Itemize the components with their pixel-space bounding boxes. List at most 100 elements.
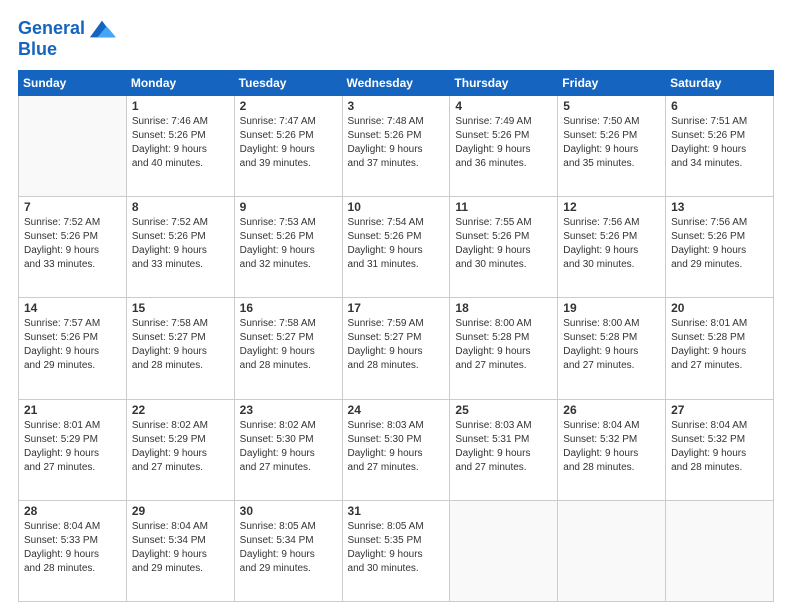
day-number: 26 bbox=[563, 403, 660, 417]
calendar-cell: 12 Sunrise: 7:56 AM Sunset: 5:26 PM Dayli… bbox=[558, 197, 666, 298]
header: General Blue bbox=[18, 18, 774, 60]
calendar-cell: 29 Sunrise: 8:04 AM Sunset: 5:34 PM Dayli… bbox=[126, 500, 234, 601]
calendar-cell: 10Sunrise: 7:54 AM Sunset: 5:26 PM Dayli… bbox=[342, 197, 450, 298]
logo-icon bbox=[88, 18, 116, 40]
day-detail: Sunrise: 8:01 AM Sunset: 5:28 PM Dayligh… bbox=[671, 317, 768, 373]
day-detail: Sunrise: 7:59 AM Sunset: 5:27 PM Dayligh… bbox=[348, 317, 445, 373]
calendar-cell: 6 Sunrise: 7:51 AM Sunset: 5:26 PM Daylig… bbox=[666, 95, 774, 196]
header-day-friday: Friday bbox=[558, 70, 666, 95]
page: General Blue SundayMondayTuesdayWednesda… bbox=[0, 0, 792, 612]
day-number: 28 bbox=[24, 504, 121, 518]
calendar-week-row: 28 Sunrise: 8:04 AM Sunset: 5:33 PM Dayli… bbox=[19, 500, 774, 601]
logo-general: General bbox=[18, 18, 85, 38]
day-number: 11 bbox=[455, 200, 552, 214]
calendar-cell: 27 Sunrise: 8:04 AM Sunset: 5:32 PM Dayli… bbox=[666, 399, 774, 500]
calendar-cell bbox=[450, 500, 558, 601]
day-number: 29 bbox=[132, 504, 229, 518]
day-detail: Sunrise: 8:02 AM Sunset: 5:30 PM Dayligh… bbox=[240, 419, 337, 475]
day-number: 31 bbox=[348, 504, 445, 518]
calendar-cell: 14 Sunrise: 7:57 AM Sunset: 5:26 PM Dayli… bbox=[19, 298, 127, 399]
header-day-monday: Monday bbox=[126, 70, 234, 95]
calendar-cell: 16Sunrise: 7:58 AM Sunset: 5:27 PM Dayli… bbox=[234, 298, 342, 399]
day-number: 24 bbox=[348, 403, 445, 417]
day-detail: Sunrise: 8:04 AM Sunset: 5:34 PM Dayligh… bbox=[132, 520, 229, 576]
day-detail: Sunrise: 7:52 AM Sunset: 5:26 PM Dayligh… bbox=[132, 216, 229, 272]
day-detail: Sunrise: 7:55 AM Sunset: 5:26 PM Dayligh… bbox=[455, 216, 552, 272]
header-day-wednesday: Wednesday bbox=[342, 70, 450, 95]
day-detail: Sunrise: 7:56 AM Sunset: 5:26 PM Dayligh… bbox=[671, 216, 768, 272]
day-detail: Sunrise: 8:04 AM Sunset: 5:32 PM Dayligh… bbox=[671, 419, 768, 475]
day-detail: Sunrise: 8:04 AM Sunset: 5:33 PM Dayligh… bbox=[24, 520, 121, 576]
day-number: 13 bbox=[671, 200, 768, 214]
day-detail: Sunrise: 8:01 AM Sunset: 5:29 PM Dayligh… bbox=[24, 419, 121, 475]
calendar-table: SundayMondayTuesdayWednesdayThursdayFrid… bbox=[18, 70, 774, 602]
logo: General Blue bbox=[18, 18, 116, 60]
calendar-cell: 8 Sunrise: 7:52 AM Sunset: 5:26 PM Daylig… bbox=[126, 197, 234, 298]
day-detail: Sunrise: 7:58 AM Sunset: 5:27 PM Dayligh… bbox=[132, 317, 229, 373]
calendar-header-row: SundayMondayTuesdayWednesdayThursdayFrid… bbox=[19, 70, 774, 95]
day-number: 10 bbox=[348, 200, 445, 214]
calendar-cell: 4Sunrise: 7:49 AM Sunset: 5:26 PM Daylig… bbox=[450, 95, 558, 196]
calendar-cell: 23 Sunrise: 8:02 AM Sunset: 5:30 PM Dayli… bbox=[234, 399, 342, 500]
day-number: 25 bbox=[455, 403, 552, 417]
day-number: 9 bbox=[240, 200, 337, 214]
calendar-cell: 22Sunrise: 8:02 AM Sunset: 5:29 PM Dayli… bbox=[126, 399, 234, 500]
day-detail: Sunrise: 7:56 AM Sunset: 5:26 PM Dayligh… bbox=[563, 216, 660, 272]
calendar-cell: 5Sunrise: 7:50 AM Sunset: 5:26 PM Daylig… bbox=[558, 95, 666, 196]
day-number: 16 bbox=[240, 301, 337, 315]
calendar-cell: 25Sunrise: 8:03 AM Sunset: 5:31 PM Dayli… bbox=[450, 399, 558, 500]
day-number: 4 bbox=[455, 99, 552, 113]
day-detail: Sunrise: 7:48 AM Sunset: 5:26 PM Dayligh… bbox=[348, 115, 445, 171]
calendar-cell: 26Sunrise: 8:04 AM Sunset: 5:32 PM Dayli… bbox=[558, 399, 666, 500]
calendar-week-row: 14 Sunrise: 7:57 AM Sunset: 5:26 PM Dayli… bbox=[19, 298, 774, 399]
calendar-cell: 24 Sunrise: 8:03 AM Sunset: 5:30 PM Dayli… bbox=[342, 399, 450, 500]
calendar-cell: 18Sunrise: 8:00 AM Sunset: 5:28 PM Dayli… bbox=[450, 298, 558, 399]
calendar-week-row: 7 Sunrise: 7:52 AM Sunset: 5:26 PM Daylig… bbox=[19, 197, 774, 298]
calendar-cell: 7 Sunrise: 7:52 AM Sunset: 5:26 PM Daylig… bbox=[19, 197, 127, 298]
calendar-cell bbox=[666, 500, 774, 601]
header-day-thursday: Thursday bbox=[450, 70, 558, 95]
day-number: 21 bbox=[24, 403, 121, 417]
day-number: 8 bbox=[132, 200, 229, 214]
day-number: 15 bbox=[132, 301, 229, 315]
day-detail: Sunrise: 8:05 AM Sunset: 5:34 PM Dayligh… bbox=[240, 520, 337, 576]
day-detail: Sunrise: 7:53 AM Sunset: 5:26 PM Dayligh… bbox=[240, 216, 337, 272]
calendar-cell: 21 Sunrise: 8:01 AM Sunset: 5:29 PM Dayli… bbox=[19, 399, 127, 500]
day-number: 1 bbox=[132, 99, 229, 113]
calendar-cell: 20Sunrise: 8:01 AM Sunset: 5:28 PM Dayli… bbox=[666, 298, 774, 399]
day-detail: Sunrise: 8:03 AM Sunset: 5:30 PM Dayligh… bbox=[348, 419, 445, 475]
calendar-cell: 17 Sunrise: 7:59 AM Sunset: 5:27 PM Dayli… bbox=[342, 298, 450, 399]
day-number: 23 bbox=[240, 403, 337, 417]
calendar-cell: 13 Sunrise: 7:56 AM Sunset: 5:26 PM Dayli… bbox=[666, 197, 774, 298]
calendar-cell: 30Sunrise: 8:05 AM Sunset: 5:34 PM Dayli… bbox=[234, 500, 342, 601]
day-number: 12 bbox=[563, 200, 660, 214]
day-number: 6 bbox=[671, 99, 768, 113]
day-number: 22 bbox=[132, 403, 229, 417]
header-day-tuesday: Tuesday bbox=[234, 70, 342, 95]
calendar-cell: 31 Sunrise: 8:05 AM Sunset: 5:35 PM Dayli… bbox=[342, 500, 450, 601]
header-day-saturday: Saturday bbox=[666, 70, 774, 95]
day-number: 17 bbox=[348, 301, 445, 315]
day-detail: Sunrise: 7:47 AM Sunset: 5:26 PM Dayligh… bbox=[240, 115, 337, 171]
day-number: 27 bbox=[671, 403, 768, 417]
day-detail: Sunrise: 8:00 AM Sunset: 5:28 PM Dayligh… bbox=[563, 317, 660, 373]
calendar-cell: 3Sunrise: 7:48 AM Sunset: 5:26 PM Daylig… bbox=[342, 95, 450, 196]
day-number: 2 bbox=[240, 99, 337, 113]
day-detail: Sunrise: 8:00 AM Sunset: 5:28 PM Dayligh… bbox=[455, 317, 552, 373]
day-number: 14 bbox=[24, 301, 121, 315]
day-detail: Sunrise: 8:05 AM Sunset: 5:35 PM Dayligh… bbox=[348, 520, 445, 576]
logo-text: General bbox=[18, 19, 85, 39]
calendar-cell bbox=[19, 95, 127, 196]
calendar-cell: 19Sunrise: 8:00 AM Sunset: 5:28 PM Dayli… bbox=[558, 298, 666, 399]
day-detail: Sunrise: 7:50 AM Sunset: 5:26 PM Dayligh… bbox=[563, 115, 660, 171]
day-detail: Sunrise: 7:51 AM Sunset: 5:26 PM Dayligh… bbox=[671, 115, 768, 171]
day-detail: Sunrise: 7:52 AM Sunset: 5:26 PM Dayligh… bbox=[24, 216, 121, 272]
day-detail: Sunrise: 7:57 AM Sunset: 5:26 PM Dayligh… bbox=[24, 317, 121, 373]
calendar-cell: 11 Sunrise: 7:55 AM Sunset: 5:26 PM Dayli… bbox=[450, 197, 558, 298]
calendar-cell: 9 Sunrise: 7:53 AM Sunset: 5:26 PM Daylig… bbox=[234, 197, 342, 298]
calendar-cell: 1Sunrise: 7:46 AM Sunset: 5:26 PM Daylig… bbox=[126, 95, 234, 196]
calendar-cell: 2 Sunrise: 7:47 AM Sunset: 5:26 PM Daylig… bbox=[234, 95, 342, 196]
calendar-cell bbox=[558, 500, 666, 601]
day-number: 7 bbox=[24, 200, 121, 214]
calendar-week-row: 1Sunrise: 7:46 AM Sunset: 5:26 PM Daylig… bbox=[19, 95, 774, 196]
